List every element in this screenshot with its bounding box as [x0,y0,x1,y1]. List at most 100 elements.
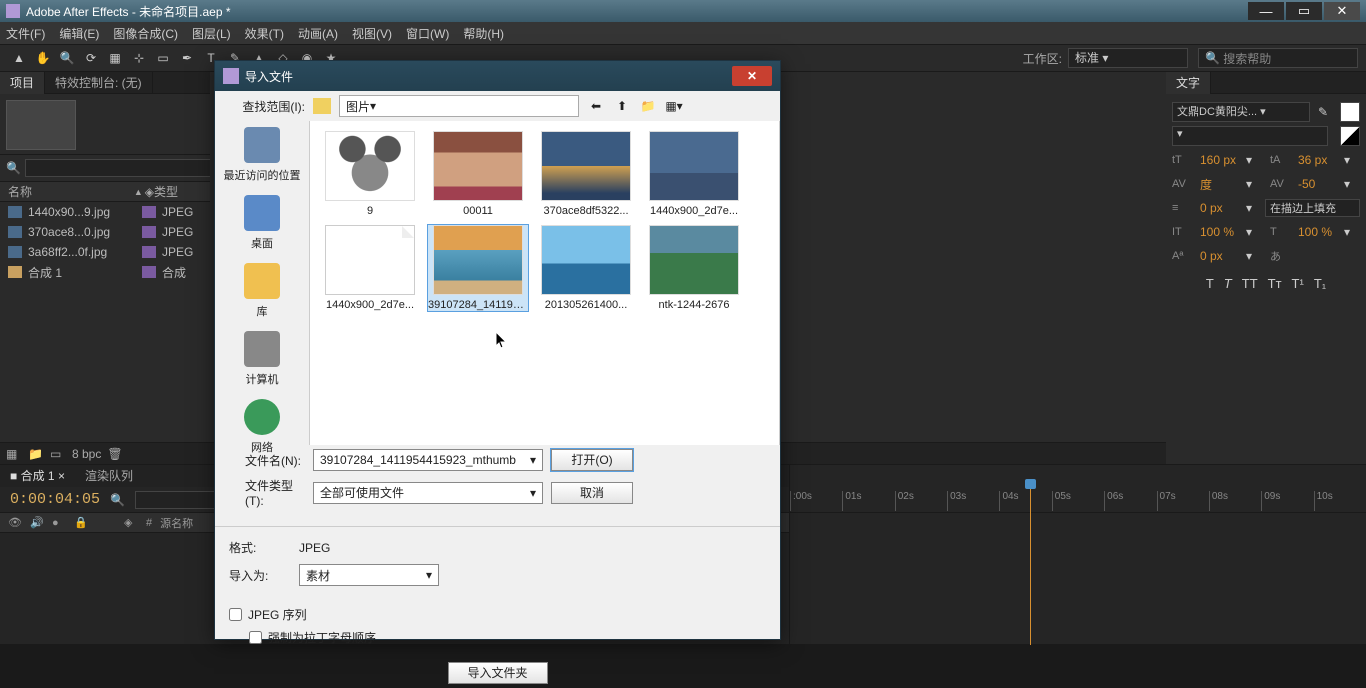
stroke-width[interactable]: 0 px [1200,201,1240,215]
camera-tool-icon[interactable]: ▦ [104,47,126,69]
import-folder-button[interactable]: 导入文件夹 [448,662,548,684]
sidebar-network[interactable]: 网络 [215,399,309,455]
lock-column-icon[interactable]: 🔒 [74,516,88,529]
help-search[interactable]: 🔍 搜索帮助 [1198,48,1358,68]
rotate-tool-icon[interactable]: ⟳ [80,47,102,69]
label-icon[interactable]: ◈ [145,185,154,199]
interpret-icon[interactable]: ▦ [6,447,22,461]
vscale-icon: IT [1172,226,1194,238]
viewmode-icon[interactable]: ▦▾ [665,97,683,115]
minimize-button[interactable]: — [1248,2,1284,20]
file-item[interactable]: 1440x900_2d7e... [644,131,744,217]
menu-window[interactable]: 窗口(W) [406,25,449,42]
menu-file[interactable]: 文件(F) [6,25,45,42]
file-item[interactable]: 370ace8df5322... [536,131,636,217]
file-item[interactable]: 39107284_1411954415923_mthum [428,225,528,311]
import-file-dialog: 导入文件 ✕ 查找范围(I): 图片▾ ⬅ ⬆ 📁 ▦▾ 最近访问的位置 桌面 … [214,60,781,640]
italic-button[interactable]: T [1224,276,1232,291]
up-icon[interactable]: ⬆ [613,97,631,115]
current-timecode[interactable]: 0:00:04:05 [10,491,100,508]
sidebar-desktop[interactable]: 桌面 [215,195,309,251]
file-list[interactable]: 900011370ace8df5322...1440x900_2d7e...14… [309,121,780,445]
open-button[interactable]: 打开(O) [551,449,633,471]
maximize-button[interactable]: ▭ [1286,2,1322,20]
tab-render-queue[interactable]: 渲染队列 [75,465,143,487]
project-item[interactable]: 370ace8...0.jpgJPEG [0,222,210,242]
superscript-button[interactable]: T¹ [1292,276,1304,291]
tracking-value[interactable]: -50 [1298,177,1338,191]
file-item[interactable]: 00011 [428,131,528,217]
project-item[interactable]: 1440x90...9.jpgJPEG [0,202,210,222]
project-item[interactable]: 合成 1合成 [0,262,210,282]
baseline-icon: Aª [1172,250,1194,262]
smallcaps-button[interactable]: Tт [1268,276,1282,291]
font-size[interactable]: 160 px [1200,153,1240,167]
speaker-column-icon[interactable]: 🔊 [30,516,44,529]
tab-effect-controls[interactable]: 特效控制台: (无) [45,72,153,94]
filename-input[interactable]: 39107284_1411954415923_mthumb▾ [313,449,543,471]
baseline-value[interactable]: 0 px [1200,249,1240,263]
eyedropper-icon[interactable]: ✎ [1318,105,1328,119]
allcaps-button[interactable]: TT [1242,276,1258,291]
lookin-select[interactable]: 图片▾ [339,95,579,117]
col-number[interactable]: # [146,517,152,529]
bold-button[interactable]: T [1206,276,1214,291]
workspace-select[interactable]: 标准 ▾ [1068,48,1188,68]
folder-icon[interactable]: 📁 [28,447,44,461]
label-column-icon[interactable]: ◈ [124,516,138,529]
file-item[interactable]: ntk-1244-2676 [644,225,744,311]
project-item[interactable]: 3a68ff2...0f.jpgJPEG [0,242,210,262]
jpeg-sequence-checkbox[interactable]: JPEG 序列 [229,606,766,623]
kerning-value[interactable]: 度 [1200,176,1240,193]
close-button[interactable]: ✕ [1324,2,1360,20]
menu-animation[interactable]: 动画(A) [298,25,338,42]
fill-color-swatch[interactable] [1340,102,1360,122]
menu-view[interactable]: 视图(V) [352,25,392,42]
back-icon[interactable]: ⬅ [587,97,605,115]
project-search-input[interactable] [25,159,212,177]
file-item[interactable]: 9 [320,131,420,217]
playhead[interactable] [1030,485,1031,645]
bpc-toggle[interactable]: 8 bpc [72,447,101,461]
hand-tool-icon[interactable]: ✋ [32,47,54,69]
filetype-select[interactable]: 全部可使用文件▾ [313,482,543,504]
sidebar-computer[interactable]: 计算机 [215,331,309,387]
solo-column-icon[interactable]: ● [52,517,66,529]
tab-comp-timeline[interactable]: ■ 合成 1 × [0,465,75,487]
font-style-select[interactable]: ▾ [1172,126,1328,146]
tab-character[interactable]: 文字 [1166,72,1211,94]
file-item[interactable]: 1440x900_2d7e... [320,225,420,311]
menu-layer[interactable]: 图层(L) [192,25,231,42]
vscale-value[interactable]: 100 % [1200,225,1240,239]
selection-tool-icon[interactable]: ▲ [8,47,30,69]
trash-icon[interactable]: 🗑 [107,447,123,461]
hscale-value[interactable]: 100 % [1298,225,1338,239]
fill-over-stroke[interactable]: 在描边上填充 [1265,199,1360,217]
eye-column-icon[interactable]: 👁 [8,516,22,529]
menu-effect[interactable]: 效果(T) [245,25,284,42]
sidebar-libraries[interactable]: 库 [215,263,309,319]
force-alpha-checkbox[interactable]: 强制为拉丁字母顺序 [229,629,766,646]
shape-tool-icon[interactable]: ▭ [152,47,174,69]
anchor-tool-icon[interactable]: ⊹ [128,47,150,69]
menu-composition[interactable]: 图像合成(C) [113,25,178,42]
menu-edit[interactable]: 编辑(E) [59,25,99,42]
newfolder-icon[interactable]: 📁 [639,97,657,115]
col-source-name[interactable]: 源名称 [160,515,193,531]
comp-icon[interactable]: ▭ [50,447,66,461]
col-name[interactable]: 名称 [8,183,132,200]
subscript-button[interactable]: T₁ [1314,276,1326,291]
file-item[interactable]: 201305261400... [536,225,636,311]
font-family-select[interactable]: 文鼎DC黄阳尖... ▾ [1172,102,1310,122]
sidebar-recent[interactable]: 最近访问的位置 [215,127,309,183]
pen-tool-icon[interactable]: ✒ [176,47,198,69]
zoom-tool-icon[interactable]: 🔍 [56,47,78,69]
importas-select[interactable]: 素材▾ [299,564,439,586]
stroke-color-swatch[interactable] [1340,126,1360,146]
dialog-close-button[interactable]: ✕ [732,66,772,86]
leading-value[interactable]: 36 px [1298,153,1338,167]
tab-project[interactable]: 项目 [0,72,45,94]
menu-help[interactable]: 帮助(H) [463,25,504,42]
col-type[interactable]: 类型 [154,183,202,200]
cancel-button[interactable]: 取消 [551,482,633,504]
